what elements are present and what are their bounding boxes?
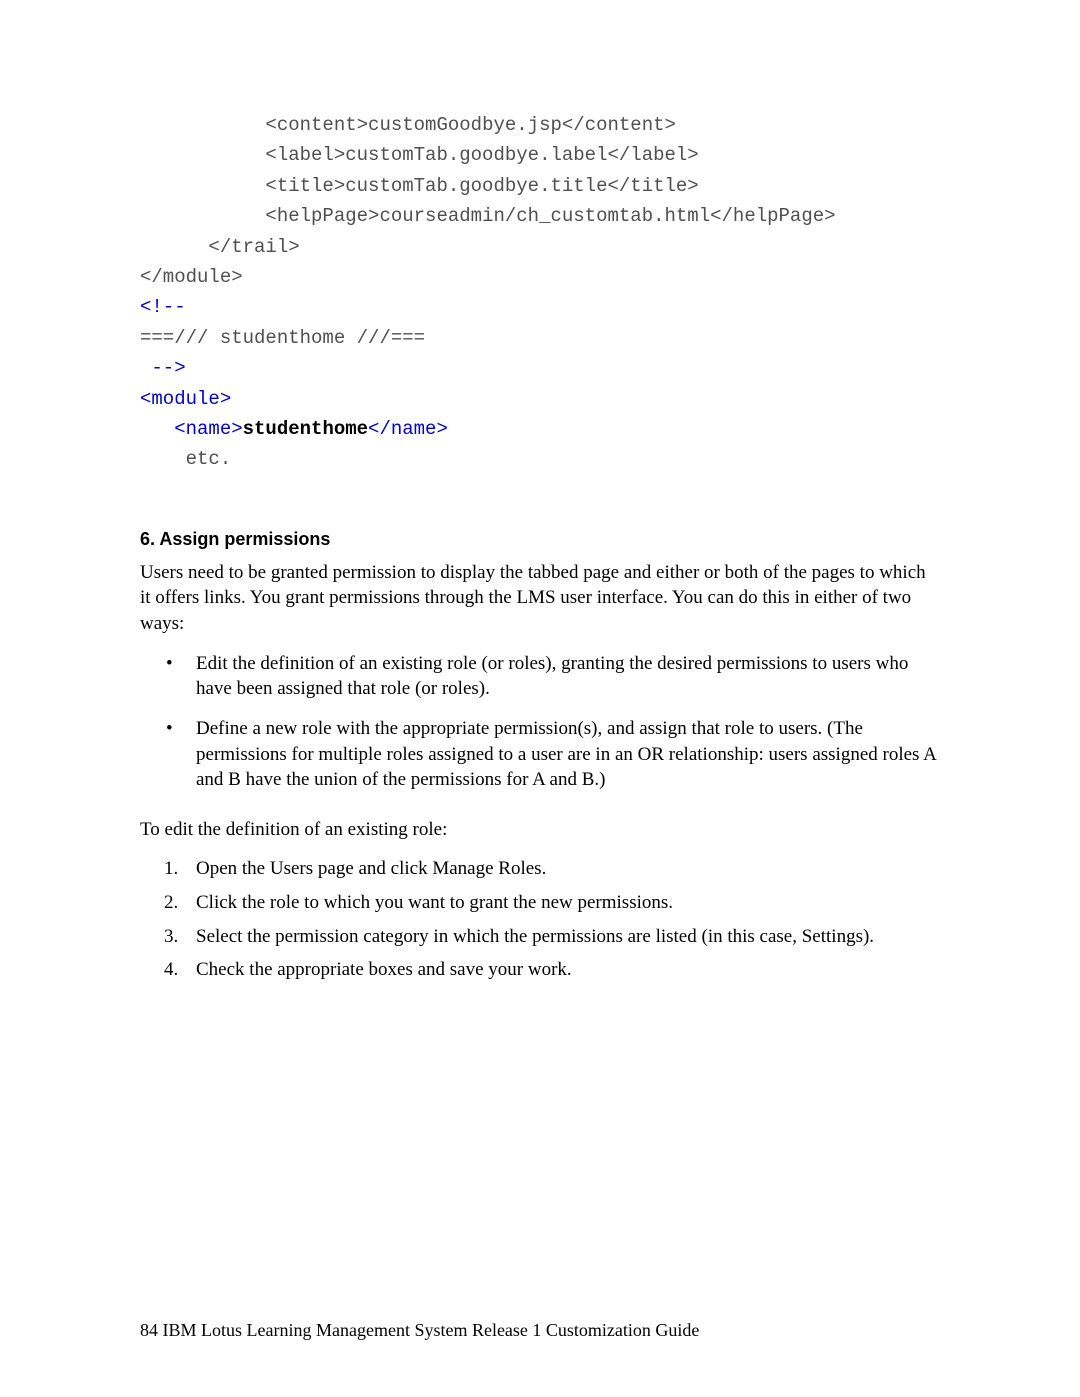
code-line-11: <name>studenthome</name> [140, 418, 448, 440]
step-item: Check the appropriate boxes and save you… [196, 957, 940, 983]
step-item: Click the role to which you want to gran… [196, 890, 940, 916]
code-line-2: <label>customTab.goodbye.label</label> [140, 144, 699, 166]
footer-title: IBM Lotus Learning Management System Rel… [158, 1320, 699, 1340]
edit-intro: To edit the definition of an existing ro… [140, 817, 940, 843]
code-line-8: ===/// studenthome ///=== [140, 327, 425, 349]
code-line-1: <content>customGoodbye.jsp</content> [140, 114, 676, 136]
code-line-10: <module> [140, 388, 231, 410]
page-container: <content>customGoodbye.jsp</content> <la… [0, 0, 1080, 1397]
section-intro: Users need to be granted permission to d… [140, 560, 940, 637]
bullet-list: Edit the definition of an existing role … [140, 651, 940, 793]
step-item: Select the permission category in which … [196, 924, 940, 950]
page-footer: 84 IBM Lotus Learning Management System … [140, 1320, 699, 1341]
page-number: 84 [140, 1320, 158, 1340]
code-line-7: <!-- [140, 296, 186, 318]
section-heading: 6. Assign permissions [140, 529, 940, 550]
bullet-item: Define a new role with the appropriate p… [196, 716, 940, 793]
bullet-item: Edit the definition of an existing role … [196, 651, 940, 702]
code-line-6: </module> [140, 266, 243, 288]
code-line-4: <helpPage>courseadmin/ch_customtab.html<… [140, 205, 836, 227]
code-block: <content>customGoodbye.jsp</content> <la… [140, 110, 940, 475]
code-line-12: etc. [140, 448, 231, 470]
code-line-5: </trail> [140, 236, 300, 258]
code-line-9: --> [140, 357, 186, 379]
step-item: Open the Users page and click Manage Rol… [196, 856, 940, 882]
numbered-list: Open the Users page and click Manage Rol… [140, 856, 940, 983]
code-line-3: <title>customTab.goodbye.title</title> [140, 175, 699, 197]
